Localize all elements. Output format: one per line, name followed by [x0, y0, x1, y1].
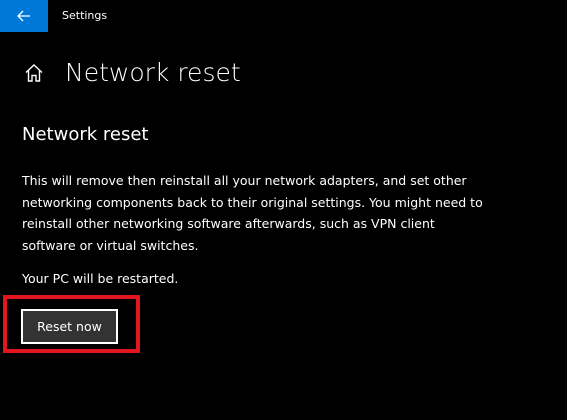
title-bar: Settings — [0, 0, 567, 32]
section-heading: Network reset — [22, 124, 149, 145]
page-title: Network reset — [65, 58, 241, 87]
window-title: Settings — [62, 9, 108, 22]
description-text: This will remove then reinstall all your… — [22, 173, 483, 253]
restart-note: Your PC will be restarted. — [22, 271, 179, 286]
back-button[interactable] — [0, 0, 48, 32]
arrow-left-icon — [17, 10, 30, 22]
page-header: Network reset — [22, 55, 241, 91]
home-icon[interactable] — [22, 61, 46, 85]
reset-now-button[interactable]: Reset now — [21, 309, 118, 344]
